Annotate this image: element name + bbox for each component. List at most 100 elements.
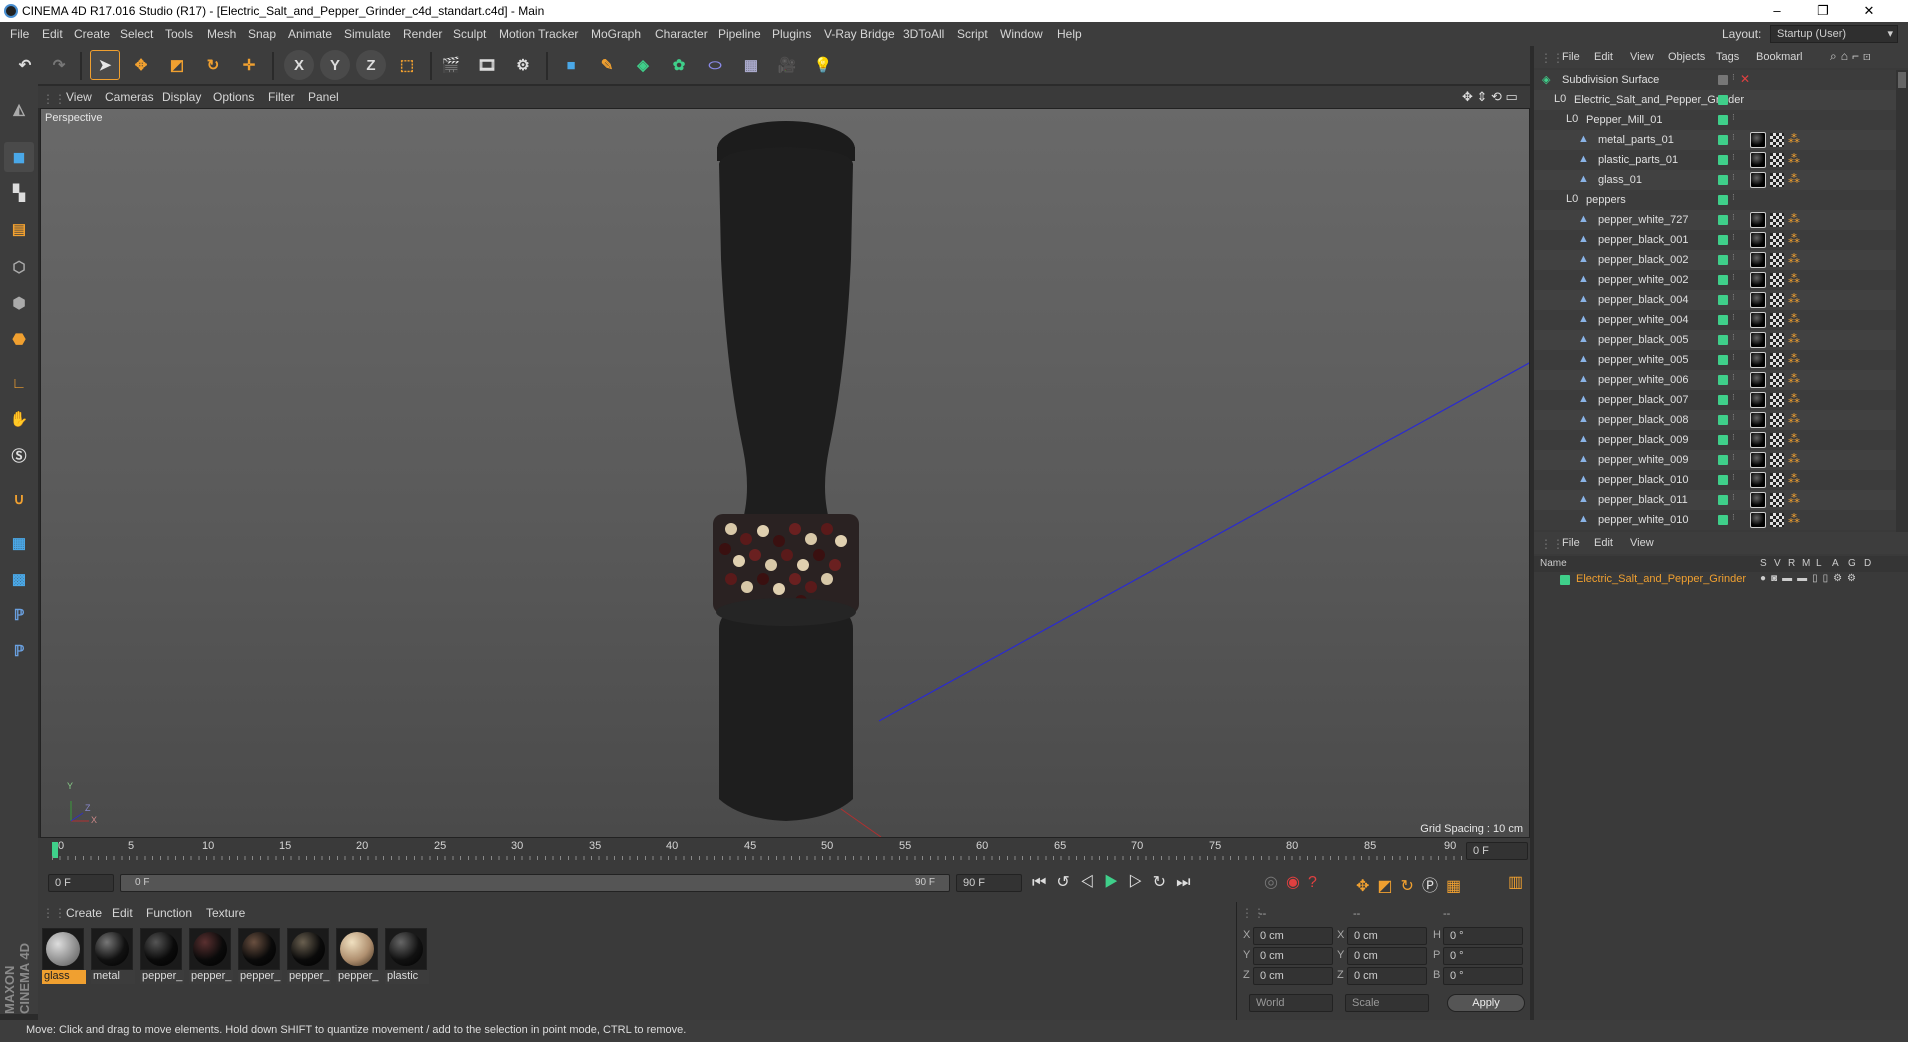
- subdivision-icon[interactable]: ◈: [628, 50, 658, 80]
- material-tag-icon[interactable]: [1750, 132, 1766, 148]
- menu-sculpt[interactable]: Sculpt: [453, 27, 486, 41]
- rotation-h-field[interactable]: 0 °: [1443, 927, 1523, 945]
- menu-vray-bridge[interactable]: V-Ray Bridge: [824, 27, 895, 41]
- object-row[interactable]: ▲ pepper_black_005 ⁝ ⁂: [1534, 330, 1896, 350]
- material-pepper-4[interactable]: pepper_: [287, 928, 331, 986]
- phong-tag-icon[interactable]: ⁂: [1788, 312, 1800, 326]
- material-tag-icon[interactable]: [1750, 312, 1766, 328]
- render-settings-icon[interactable]: ⚙: [508, 50, 538, 80]
- object-row[interactable]: L0 peppers ⁝: [1534, 190, 1896, 210]
- snap-icon[interactable]: ∪: [4, 484, 34, 514]
- menu-file[interactable]: File: [10, 27, 29, 41]
- polygons-mode-icon[interactable]: ⬣: [4, 324, 34, 354]
- material-tag-icon[interactable]: [1750, 412, 1766, 428]
- visibility-dots-icon[interactable]: ⁝: [1732, 252, 1735, 263]
- render-picture-icon[interactable]: 🎞: [472, 50, 502, 80]
- layer-menu-file[interactable]: File: [1562, 537, 1580, 549]
- viewport-menu-view[interactable]: View: [66, 90, 92, 104]
- x-axis-icon[interactable]: X: [284, 50, 314, 80]
- rotate-icon[interactable]: ↻: [198, 50, 228, 80]
- texture-tag-icon[interactable]: [1770, 233, 1784, 247]
- coord-mode-select[interactable]: World: [1249, 994, 1333, 1012]
- material-pepper-3[interactable]: pepper_: [238, 928, 282, 986]
- phong-tag-icon[interactable]: ⁂: [1788, 272, 1800, 286]
- material-pepper-1[interactable]: pepper_: [140, 928, 184, 986]
- make-editable-icon[interactable]: ◭: [4, 94, 34, 124]
- object-row[interactable]: ◈ Subdivision Surface ⁝ ✕: [1534, 70, 1896, 90]
- menu-render[interactable]: Render: [403, 27, 442, 41]
- texture-tag-icon[interactable]: [1770, 273, 1784, 287]
- phong-tag-icon[interactable]: ⁂: [1788, 252, 1800, 266]
- visibility-dots-icon[interactable]: ⁝: [1732, 212, 1735, 223]
- menu-mograph[interactable]: MoGraph: [591, 27, 641, 41]
- object-row[interactable]: ▲ pepper_black_011 ⁝ ⁂: [1534, 490, 1896, 510]
- visibility-dots-icon[interactable]: ⁝: [1732, 452, 1735, 463]
- material-menu-create[interactable]: Create: [66, 906, 102, 920]
- menu-snap[interactable]: Snap: [248, 27, 276, 41]
- visibility-dots-icon[interactable]: ⁝: [1732, 92, 1735, 103]
- cube-icon[interactable]: ■: [556, 50, 586, 80]
- object-scrollbar[interactable]: [1896, 70, 1908, 532]
- texture-tag-icon[interactable]: [1770, 453, 1784, 467]
- position-y-field[interactable]: 0 cm: [1253, 947, 1333, 965]
- material-pepper-5[interactable]: pepper_: [336, 928, 380, 986]
- texture-tag-icon[interactable]: [1770, 413, 1784, 427]
- menu-simulate[interactable]: Simulate: [344, 27, 391, 41]
- playback-buttons[interactable]: ⏮↺◁▶▷↻⏭: [1032, 872, 1200, 892]
- object-row[interactable]: ▲ pepper_white_727 ⁝ ⁂: [1534, 210, 1896, 230]
- scale-icon[interactable]: ◩: [162, 50, 192, 80]
- material-tag-icon[interactable]: [1750, 512, 1766, 528]
- obj-menu-bookmarks[interactable]: Bookmarl: [1756, 51, 1802, 63]
- object-row[interactable]: ▲ pepper_white_009 ⁝ ⁂: [1534, 450, 1896, 470]
- material-glass[interactable]: glass: [42, 928, 86, 986]
- visibility-dots-icon[interactable]: ⁝: [1732, 232, 1735, 243]
- visibility-dots-icon[interactable]: ⁝: [1732, 192, 1735, 203]
- lock-workplane-icon[interactable]: ▦: [4, 528, 34, 558]
- menu-select[interactable]: Select: [120, 27, 153, 41]
- model-mode-icon[interactable]: ◼: [4, 142, 34, 172]
- visibility-dots-icon[interactable]: ⁝: [1732, 472, 1735, 483]
- texture-tag-icon[interactable]: [1770, 433, 1784, 447]
- go-to-end-icon[interactable]: ⏭: [1176, 874, 1200, 891]
- workplane-align-icon[interactable]: ▩: [4, 564, 34, 594]
- material-tag-icon[interactable]: [1750, 492, 1766, 508]
- go-to-start-icon[interactable]: ⏮: [1032, 874, 1056, 891]
- prev-key-icon[interactable]: ↺: [1056, 874, 1079, 891]
- size-x-field[interactable]: 0 cm: [1347, 927, 1427, 945]
- object-row[interactable]: ▲ pepper_white_002 ⁝ ⁂: [1534, 270, 1896, 290]
- phong-tag-icon[interactable]: ⁂: [1788, 372, 1800, 386]
- position-z-field[interactable]: 0 cm: [1253, 967, 1333, 985]
- python-icon[interactable]: ℙ: [4, 600, 34, 630]
- menu-character[interactable]: Character: [655, 27, 708, 41]
- disabled-icon[interactable]: ✕: [1740, 72, 1750, 86]
- coord-scale-select[interactable]: Scale: [1345, 994, 1429, 1012]
- visibility-dots-icon[interactable]: ⁝: [1732, 312, 1735, 323]
- axis-mode-icon[interactable]: ∟: [4, 368, 34, 398]
- close-button[interactable]: ✕: [1846, 0, 1892, 22]
- visibility-dots-icon[interactable]: ⁝: [1732, 412, 1735, 423]
- rotation-b-field[interactable]: 0 °: [1443, 967, 1523, 985]
- phong-tag-icon[interactable]: ⁂: [1788, 512, 1800, 526]
- material-menu-function[interactable]: Function: [146, 906, 192, 920]
- start-frame-field[interactable]: 0 F: [48, 874, 114, 892]
- material-tag-icon[interactable]: [1750, 252, 1766, 268]
- texture-tag-icon[interactable]: [1770, 173, 1784, 187]
- texture-tag-icon[interactable]: [1770, 473, 1784, 487]
- y-axis-icon[interactable]: Y: [320, 50, 350, 80]
- visibility-dots-icon[interactable]: ⁝: [1732, 352, 1735, 363]
- record-buttons[interactable]: ◎◉?: [1264, 872, 1325, 892]
- object-row[interactable]: L0 Pepper_Mill_01 ⁝: [1534, 110, 1896, 130]
- visibility-dots-icon[interactable]: ⁝: [1732, 152, 1735, 163]
- current-frame-field[interactable]: 0 F: [1466, 842, 1528, 860]
- object-row[interactable]: ▲ pepper_black_004 ⁝ ⁂: [1534, 290, 1896, 310]
- menu-motion-tracker[interactable]: Motion Tracker: [499, 27, 578, 41]
- phong-tag-icon[interactable]: ⁂: [1788, 212, 1800, 226]
- coordinate-system-icon[interactable]: ⬚: [392, 50, 422, 80]
- floor-icon[interactable]: ▦: [736, 50, 766, 80]
- texture-mode-icon[interactable]: ▚: [4, 178, 34, 208]
- prev-frame-icon[interactable]: ◁: [1080, 874, 1104, 891]
- menu-window[interactable]: Window: [1000, 27, 1043, 41]
- material-menu-edit[interactable]: Edit: [112, 906, 133, 920]
- material-tag-icon[interactable]: [1750, 332, 1766, 348]
- object-row[interactable]: ▲ pepper_black_009 ⁝ ⁂: [1534, 430, 1896, 450]
